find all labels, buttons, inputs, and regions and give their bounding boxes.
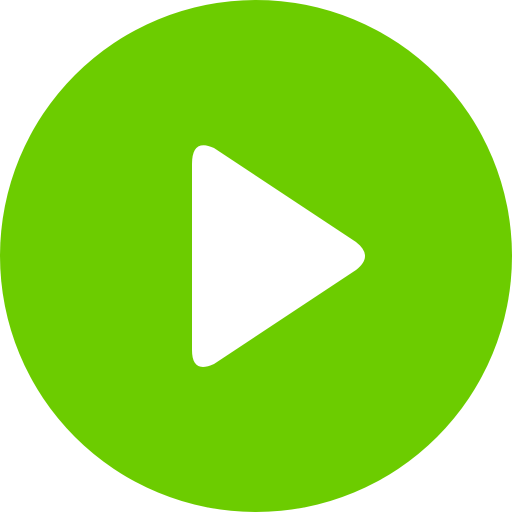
play-icon bbox=[0, 0, 512, 512]
play-button-canvas bbox=[0, 0, 512, 512]
play-button[interactable] bbox=[0, 0, 512, 512]
